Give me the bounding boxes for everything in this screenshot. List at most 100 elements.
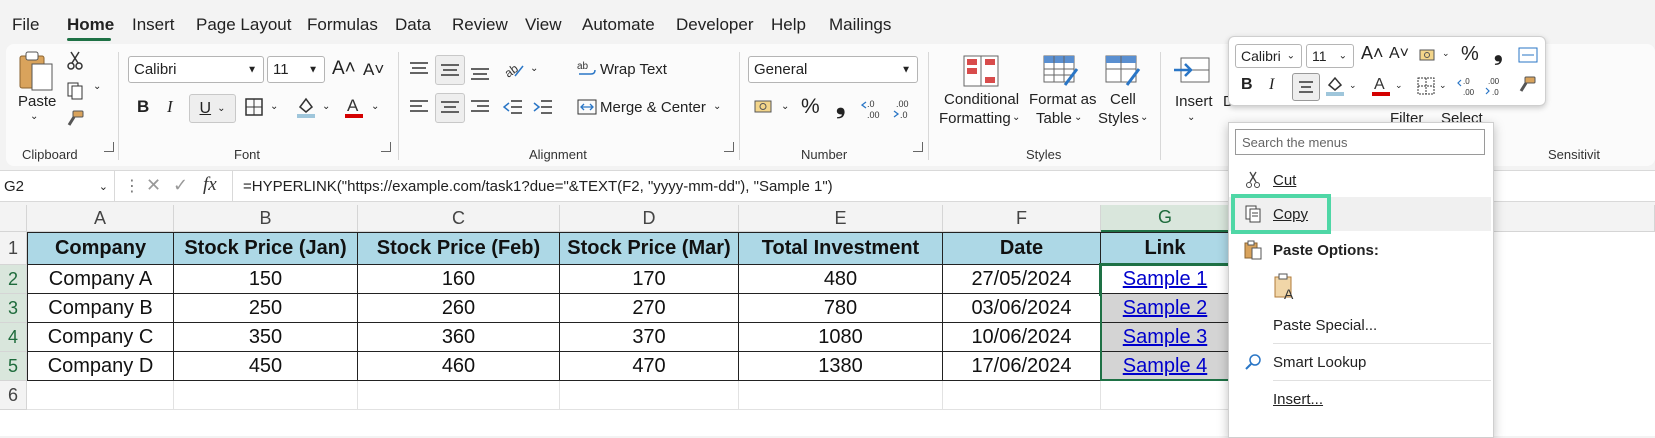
chevron-down-icon[interactable]: ⌄ bbox=[270, 101, 278, 112]
chevron-down-icon[interactable]: ⌄ bbox=[530, 63, 538, 74]
context-menu-insert[interactable]: Insert... bbox=[1229, 382, 1491, 416]
menu-home[interactable]: Home bbox=[67, 15, 114, 35]
chevron-down-icon[interactable]: ⌄ bbox=[1442, 48, 1450, 59]
column-header-a[interactable]: A bbox=[27, 205, 174, 232]
menu-developer[interactable]: Developer bbox=[676, 15, 754, 35]
mini-center-align-button[interactable] bbox=[1292, 73, 1320, 101]
formula-input[interactable]: =HYPERLINK("https://example.com/task1?du… bbox=[243, 178, 833, 195]
chevron-down-icon[interactable]: ⌄ bbox=[1395, 80, 1403, 91]
merge-center-icon[interactable] bbox=[576, 96, 598, 118]
increase-indent-icon[interactable] bbox=[532, 96, 554, 118]
enter-icon[interactable]: ✓ bbox=[173, 175, 188, 196]
mini-fill-color-icon[interactable] bbox=[1324, 74, 1346, 98]
mini-bold-button[interactable]: B bbox=[1241, 76, 1253, 94]
empty-cell[interactable] bbox=[174, 381, 358, 410]
cancel-icon[interactable]: ✕ bbox=[146, 175, 161, 196]
mini-comma-button[interactable]: ❟ bbox=[1494, 40, 1503, 66]
alignment-launcher-icon[interactable] bbox=[724, 142, 734, 152]
table-cell[interactable]: 460 bbox=[358, 352, 560, 381]
column-header-g[interactable]: G bbox=[1101, 205, 1230, 232]
menu-mailings[interactable]: Mailings bbox=[829, 15, 891, 35]
select-all-corner[interactable] bbox=[0, 205, 27, 232]
table-cell[interactable]: 27/05/2024 bbox=[943, 265, 1101, 294]
underline-button[interactable]: U ⌄ bbox=[189, 94, 236, 123]
more-options-icon[interactable]: ⋮ bbox=[124, 176, 140, 196]
table-cell[interactable]: 470 bbox=[560, 352, 739, 381]
table-cell[interactable]: 03/06/2024 bbox=[943, 294, 1101, 323]
insert-function-icon[interactable]: fx bbox=[203, 174, 217, 196]
mini-percent-button[interactable]: % bbox=[1461, 43, 1479, 66]
table-cell[interactable]: 370 bbox=[560, 323, 739, 352]
row-header-2[interactable]: 2 bbox=[0, 265, 27, 294]
column-header-d[interactable]: D bbox=[560, 205, 739, 232]
empty-cell[interactable] bbox=[560, 381, 739, 410]
column-header-e[interactable]: E bbox=[739, 205, 943, 232]
column-header-c[interactable]: C bbox=[358, 205, 560, 232]
hyperlink-cell[interactable]: Sample 2 bbox=[1101, 294, 1230, 323]
align-center-icon[interactable] bbox=[435, 93, 465, 123]
menu-view[interactable]: View bbox=[525, 15, 562, 35]
table-cell[interactable]: Company A bbox=[27, 265, 174, 294]
accounting-format-icon[interactable] bbox=[752, 96, 776, 118]
column-header-f[interactable]: F bbox=[943, 205, 1101, 232]
header-cell[interactable]: Total Investment bbox=[739, 232, 943, 265]
align-top-icon[interactable] bbox=[408, 58, 430, 80]
align-bottom-icon[interactable] bbox=[469, 62, 491, 84]
shrink-font-icon[interactable]: A˅ bbox=[363, 60, 384, 80]
table-cell[interactable]: 270 bbox=[560, 294, 739, 323]
chevron-down-icon[interactable]: ⌄ bbox=[1012, 112, 1020, 123]
insert-cells-label[interactable]: Insert bbox=[1175, 93, 1213, 110]
mini-increase-decimal-icon[interactable]: .0.00 bbox=[1457, 75, 1479, 97]
format-as-table-label-2[interactable]: Table bbox=[1036, 110, 1072, 127]
font-launcher-icon[interactable] bbox=[381, 142, 391, 152]
header-cell[interactable]: Link bbox=[1101, 232, 1230, 265]
chevron-down-icon[interactable]: ⌄ bbox=[322, 101, 330, 112]
chevron-down-icon[interactable]: ⌄ bbox=[1439, 80, 1447, 91]
comma-style-button[interactable]: ❟ bbox=[836, 92, 845, 120]
chevron-down-icon[interactable]: ⌄ bbox=[713, 101, 721, 112]
header-cell[interactable]: Stock Price (Jan) bbox=[174, 232, 358, 265]
search-menus-input[interactable]: Search the menus bbox=[1235, 129, 1485, 155]
table-cell[interactable]: 450 bbox=[174, 352, 358, 381]
context-menu-cut[interactable]: Cut bbox=[1229, 163, 1491, 197]
align-middle-icon[interactable] bbox=[435, 55, 465, 85]
table-cell[interactable]: 780 bbox=[739, 294, 943, 323]
row-header-6[interactable]: 6 bbox=[0, 381, 27, 410]
header-cell[interactable]: Date bbox=[943, 232, 1101, 265]
mini-font-color-icon[interactable]: A bbox=[1370, 74, 1392, 98]
header-cell[interactable]: Company bbox=[27, 232, 174, 265]
table-cell[interactable]: Company B bbox=[27, 294, 174, 323]
name-box[interactable]: G2 ⌄ bbox=[0, 171, 115, 201]
italic-button[interactable]: I bbox=[167, 97, 173, 117]
copy-caret-icon[interactable]: ⌄ bbox=[93, 81, 101, 92]
hyperlink-cell[interactable]: Sample 3 bbox=[1101, 323, 1230, 352]
table-cell[interactable]: 1080 bbox=[739, 323, 943, 352]
mini-format-painter-icon[interactable] bbox=[1517, 75, 1539, 97]
table-cell[interactable]: 360 bbox=[358, 323, 560, 352]
insert-cells-icon[interactable] bbox=[1172, 54, 1212, 86]
menu-formulas[interactable]: Formulas bbox=[307, 15, 378, 35]
chevron-down-icon[interactable]: ⌄ bbox=[781, 101, 789, 112]
format-painter-icon[interactable] bbox=[64, 108, 86, 130]
menu-review[interactable]: Review bbox=[452, 15, 508, 35]
align-left-icon[interactable] bbox=[408, 96, 430, 118]
menu-help[interactable]: Help bbox=[771, 15, 806, 35]
conditional-formatting-icon[interactable] bbox=[962, 54, 1000, 88]
paste-caret-icon[interactable]: ⌄ bbox=[30, 111, 38, 122]
mini-italic-button[interactable]: I bbox=[1269, 76, 1274, 94]
bold-button[interactable]: B bbox=[137, 97, 149, 117]
chevron-down-icon[interactable]: ⌄ bbox=[1187, 112, 1195, 123]
table-cell[interactable]: 170 bbox=[560, 265, 739, 294]
chevron-down-icon[interactable]: ⌄ bbox=[371, 101, 379, 112]
paste-icon[interactable] bbox=[14, 50, 58, 92]
mini-size-dropdown[interactable]: 11 ⌄ bbox=[1306, 44, 1354, 68]
menu-file[interactable]: File bbox=[12, 15, 39, 35]
mini-borders-icon[interactable] bbox=[1417, 77, 1435, 95]
table-cell[interactable]: 1380 bbox=[739, 352, 943, 381]
table-cell[interactable]: 480 bbox=[739, 265, 943, 294]
paste-formatting-icon[interactable]: A bbox=[1273, 273, 1299, 303]
context-menu-paste-special[interactable]: Paste Special... bbox=[1229, 308, 1491, 342]
cell-styles-label-1[interactable]: Cell bbox=[1110, 91, 1136, 108]
context-menu-copy[interactable]: Copy bbox=[1229, 194, 1491, 234]
empty-cell[interactable] bbox=[739, 381, 943, 410]
